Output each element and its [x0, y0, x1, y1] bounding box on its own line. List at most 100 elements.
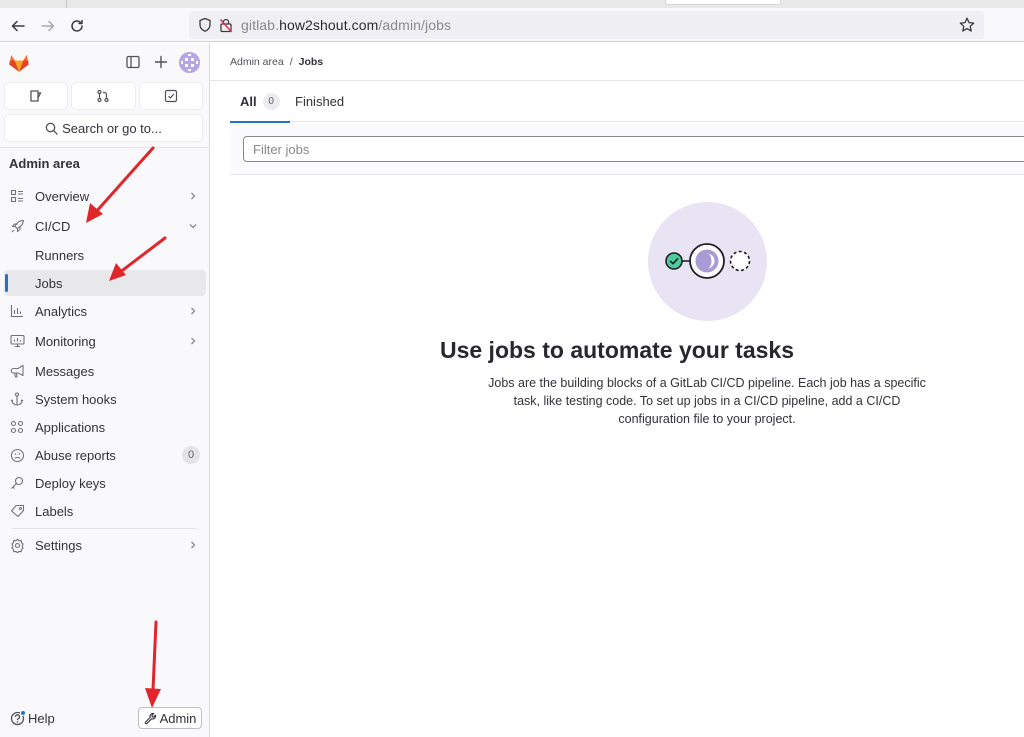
sidebar-item-label: System hooks [35, 392, 117, 407]
applications-icon [9, 419, 25, 435]
tab-separator [66, 0, 67, 8]
breadcrumb-admin-area-link[interactable]: Admin area [230, 56, 284, 68]
admin-area-heading: Admin area [9, 156, 80, 171]
tab-label: Finished [295, 94, 345, 109]
filter-jobs-input[interactable] [243, 136, 1024, 162]
sidebar-item-settings[interactable]: Settings [4, 532, 206, 558]
sidebar-item-cicd[interactable]: CI/CD [4, 213, 206, 239]
search-label: Search or go to... [62, 120, 162, 136]
todos-button[interactable] [139, 83, 202, 109]
browser-tab-strip [0, 0, 1024, 8]
issues-button[interactable] [5, 83, 68, 109]
shield-icon[interactable] [198, 17, 212, 33]
empty-state-description: Jobs are the building blocks of a GitLab… [488, 376, 926, 426]
sidebar-item-label: Jobs [35, 276, 63, 291]
sidebar-footer: Help Admin [0, 703, 209, 737]
browser-tab[interactable] [665, 0, 781, 5]
sidebar-toggle-icon [126, 55, 140, 69]
sidebar-item-labels[interactable]: Labels [4, 498, 206, 524]
browser-navbar: gitlab.how2shout.com/admin/jobs [0, 8, 1024, 42]
help-label: Help [28, 711, 55, 726]
abuse-icon [9, 447, 25, 463]
anchor-icon [9, 391, 25, 407]
plus-icon [154, 55, 168, 69]
sidebar-item-label: Applications [35, 420, 106, 435]
chevron-right-icon [191, 192, 196, 200]
sidebar-item-label: Overview [35, 189, 90, 204]
breadcrumb-bar: Admin area / Jobs [210, 43, 1024, 81]
avatar-identicon-icon [179, 52, 200, 73]
sidebar-item-runners[interactable]: Runners [4, 242, 206, 268]
forward-button[interactable] [37, 15, 59, 37]
tab-all[interactable]: All 0 [230, 81, 290, 123]
gitlab-logo-icon[interactable] [8, 52, 30, 74]
create-new-button[interactable] [151, 52, 171, 72]
overview-icon [9, 188, 25, 204]
sidebar-item-applications[interactable]: Applications [4, 414, 206, 440]
merge-request-icon [97, 89, 110, 103]
sidebar-item-abuse-reports[interactable]: Abuse reports 0 [4, 442, 206, 468]
nav-divider [12, 528, 197, 529]
jobs-tabs: All 0 Finished [230, 81, 1024, 123]
sidebar-item-label: Settings [35, 538, 82, 553]
url-path: /admin/jobs [378, 17, 452, 33]
breadcrumb-separator: / [289, 56, 293, 68]
tab-finished[interactable]: Finished [295, 81, 344, 122]
filter-bar [230, 123, 1024, 175]
chevron-down-icon [189, 224, 197, 229]
sidebar: Search or go to... Admin area Overview C… [0, 43, 210, 737]
sidebar-item-label: Runners [35, 248, 85, 263]
collapse-sidebar-button[interactable] [123, 52, 143, 72]
sidebar-item-label: Monitoring [35, 334, 96, 349]
chevron-right-icon [191, 541, 196, 549]
merge-requests-button[interactable] [72, 83, 135, 109]
rocket-icon [9, 218, 25, 234]
bookmark-star-icon[interactable] [958, 16, 976, 34]
key-icon [9, 475, 25, 491]
breadcrumb-current[interactable]: Jobs [299, 56, 324, 68]
user-avatar[interactable] [179, 52, 200, 73]
url-text[interactable]: gitlab.how2shout.com/admin/jobs [241, 17, 451, 33]
url-bar[interactable]: gitlab.how2shout.com/admin/jobs [189, 11, 984, 39]
url-host-prefix: gitlab. [241, 17, 280, 33]
sidebar-item-label: Abuse reports [35, 448, 116, 463]
tab-count-badge: 0 [262, 93, 280, 110]
reload-button[interactable] [66, 15, 88, 37]
url-host: how2shout.com [279, 17, 379, 33]
admin-button[interactable]: Admin [138, 707, 202, 729]
breadcrumb: Admin area / Jobs [230, 56, 323, 68]
issues-icon [30, 90, 42, 102]
sidebar-item-label: Analytics [35, 304, 88, 319]
sidebar-item-label: Messages [35, 364, 95, 379]
monitor-icon [9, 333, 25, 349]
notification-dot [20, 710, 26, 716]
pipeline-illustration-icon [648, 202, 767, 321]
sidebar-item-deploy-keys[interactable]: Deploy keys [4, 470, 206, 496]
empty-state-title: Use jobs to automate your tasks [439, 337, 795, 363]
search-or-go-to-button[interactable]: Search or go to... [5, 115, 202, 141]
admin-label: Admin [159, 710, 197, 726]
sidebar-item-analytics[interactable]: Analytics [4, 298, 206, 324]
chart-icon [9, 303, 25, 319]
sidebar-item-label: CI/CD [35, 219, 71, 234]
insecure-lock-icon[interactable] [219, 17, 233, 33]
sidebar-top [0, 43, 209, 83]
search-icon [45, 122, 58, 135]
arrow-left-icon [11, 20, 25, 32]
sidebar-divider [0, 147, 209, 148]
megaphone-icon [9, 363, 25, 379]
back-button[interactable] [7, 15, 29, 37]
chevron-right-icon [191, 307, 196, 315]
reload-icon [71, 19, 83, 32]
sidebar-item-label: Labels [35, 504, 74, 519]
label-icon [9, 503, 25, 519]
abuse-reports-count-badge: 0 [182, 446, 200, 464]
arrow-right-icon [41, 20, 55, 32]
sidebar-item-system-hooks[interactable]: System hooks [4, 386, 206, 412]
todo-checkbox-icon [164, 89, 177, 103]
tab-label: All [240, 94, 257, 109]
sidebar-item-jobs[interactable]: Jobs [4, 270, 206, 296]
help-button[interactable]: Help [10, 710, 55, 726]
sidebar-item-overview[interactable]: Overview [4, 183, 206, 209]
sidebar-item-label: Deploy keys [35, 476, 106, 491]
